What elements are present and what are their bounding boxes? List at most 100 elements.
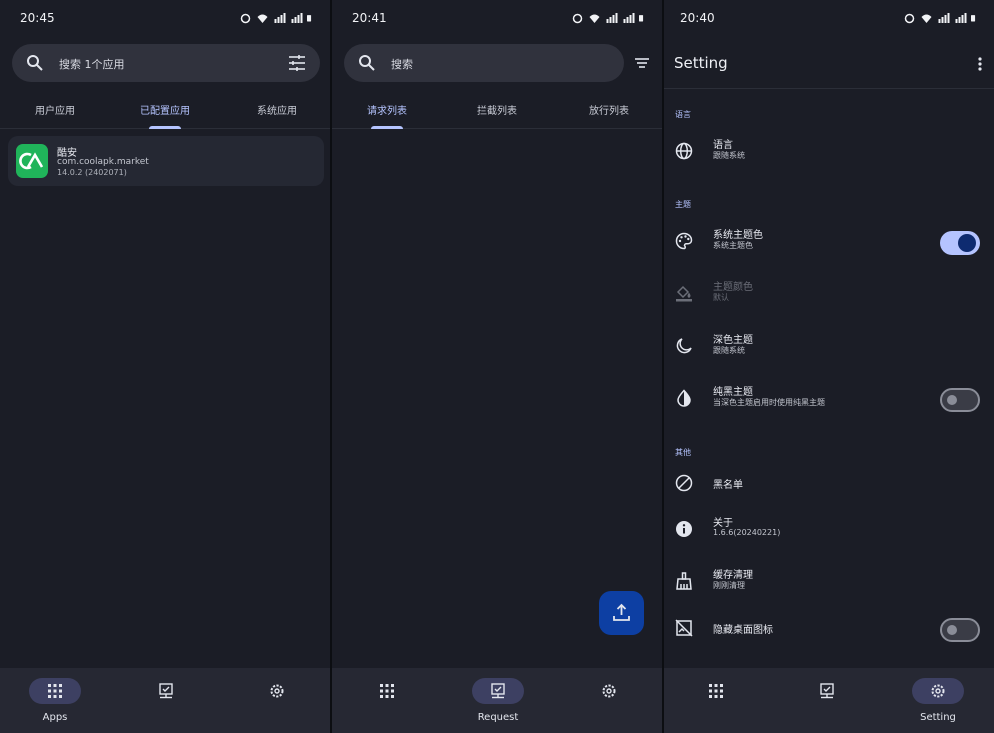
setting-pure-black-theme[interactable]: 纯黑主题 当深色主题启用时使用纯黑主题: [664, 375, 994, 425]
setting-subtitle: 跟随系统: [713, 151, 745, 160]
nav-apps[interactable]: [686, 678, 746, 704]
nav-setting[interactable]: Setting: [908, 678, 968, 723]
pure-black-toggle[interactable]: [940, 388, 980, 412]
alarm-icon: [904, 13, 915, 24]
search-input[interactable]: 搜索: [391, 56, 413, 72]
apps-grid-icon: [48, 684, 62, 698]
section-header-language: 语言: [675, 110, 691, 119]
nav-apps[interactable]: [357, 678, 417, 704]
system-theme-color-toggle[interactable]: [940, 231, 980, 255]
hide-icon-toggle[interactable]: [940, 618, 980, 642]
status-time: 20:41: [352, 11, 387, 25]
setting-dark-theme[interactable]: 深色主题 跟随系统: [664, 323, 994, 373]
nav-request[interactable]: [797, 678, 857, 704]
setting-title: 系统主题色: [713, 230, 763, 241]
apps-grid-icon: [380, 684, 394, 698]
setting-subtitle: 1.6.6(20240221): [713, 528, 781, 537]
gear-icon: [270, 684, 284, 698]
tab-block-list[interactable]: 拦截列表: [442, 102, 552, 117]
block-icon: [675, 474, 693, 492]
wifi-icon: [257, 14, 268, 23]
bottom-nav: Setting: [664, 668, 994, 733]
search-icon: [359, 55, 375, 71]
nav-setting-label: Setting: [920, 712, 956, 723]
nav-request-label: Request: [477, 712, 519, 723]
info-icon: [676, 521, 692, 537]
toggle-knob: [958, 234, 976, 252]
setting-title: 主题颜色: [713, 282, 753, 293]
moon-icon: [676, 338, 692, 354]
setting-subtitle: 刚刚清理: [713, 581, 745, 590]
setting-title: 黑名单: [713, 480, 743, 491]
tab-allow-list[interactable]: 放行列表: [554, 102, 662, 117]
app-package: com.coolapk.market: [57, 157, 149, 167]
status-time: 20:40: [680, 11, 715, 25]
toggle-knob: [947, 395, 957, 405]
battery-icon: [971, 15, 976, 22]
sort-icon[interactable]: [634, 56, 650, 70]
nav-request[interactable]: [136, 678, 196, 704]
request-search-bar[interactable]: 搜索: [344, 44, 624, 82]
search-icon: [27, 55, 43, 71]
nav-request[interactable]: Request: [468, 678, 528, 723]
status-bar: 20:41: [332, 0, 662, 36]
setting-title: 纯黑主题: [713, 387, 753, 398]
toggle-knob: [947, 625, 957, 635]
signal-icon-2: [623, 13, 635, 23]
tab-label: 用户应用: [35, 106, 75, 117]
app-list-item[interactable]: 酷安 com.coolapk.market 14.0.2 (2402071): [8, 136, 324, 186]
app-search-bar[interactable]: 搜索 1个应用: [12, 44, 320, 82]
wifi-icon: [921, 14, 932, 23]
nav-setting[interactable]: [579, 678, 639, 704]
page-title: Setting: [674, 54, 728, 72]
setting-hide-launcher-icon[interactable]: 隐藏桌面图标: [664, 605, 994, 655]
setting-language[interactable]: 语言 跟随系统: [664, 128, 994, 178]
setting-title: 隐藏桌面图标: [713, 625, 773, 636]
signal-icon: [606, 13, 618, 23]
battery-icon: [307, 15, 312, 22]
request-screen: 20:41 搜索 请求列表 拦截列表 放行列表 Request: [332, 0, 662, 733]
bottom-nav: Apps: [0, 668, 330, 733]
palette-icon: [675, 232, 693, 250]
tab-label: 系统应用: [257, 106, 297, 117]
setting-system-theme-color[interactable]: 系统主题色 系统主题色: [664, 218, 994, 268]
globe-icon: [675, 142, 693, 160]
more-vert-icon[interactable]: [978, 56, 982, 72]
status-icons: [571, 11, 646, 25]
wifi-icon: [589, 14, 600, 23]
setting-title: 语言: [713, 140, 733, 151]
search-input[interactable]: 搜索 1个应用: [59, 56, 125, 72]
tab-label: 已配置应用: [140, 106, 190, 117]
apps-screen: 20:45 搜索 1个应用 用户应用 已配置应用 系统应用 酷安 com.coo…: [0, 0, 330, 733]
battery-icon: [639, 15, 644, 22]
nav-setting[interactable]: [247, 678, 307, 704]
tab-label: 请求列表: [367, 106, 407, 117]
tab-user-apps[interactable]: 用户应用: [0, 102, 110, 117]
status-bar: 20:45: [0, 0, 330, 36]
status-time: 20:45: [20, 11, 55, 25]
filter-tune-icon[interactable]: [288, 54, 306, 72]
setting-subtitle: 跟随系统: [713, 346, 745, 355]
setting-blacklist[interactable]: 黑名单: [664, 460, 994, 510]
tab-configured-apps[interactable]: 已配置应用: [110, 102, 220, 129]
tab-indicator: [371, 126, 403, 129]
alarm-icon: [572, 13, 583, 24]
nav-apps[interactable]: Apps: [25, 678, 85, 723]
setting-about[interactable]: 关于 1.6.6(20240221): [664, 506, 994, 556]
app-version: 14.0.2 (2402071): [57, 168, 127, 177]
upload-fab-button[interactable]: [599, 591, 644, 635]
section-header-theme: 主题: [675, 200, 691, 209]
settings-topbar: Setting: [664, 44, 994, 89]
contrast-icon: [677, 389, 691, 407]
tab-system-apps[interactable]: 系统应用: [222, 102, 330, 117]
tab-request-list[interactable]: 请求列表: [332, 102, 442, 129]
coolapk-app-icon: [16, 144, 48, 178]
setting-cache-clean[interactable]: 缓存清理 刚刚清理: [664, 558, 994, 608]
setting-subtitle: 当深色主题启用时使用纯黑主题: [713, 398, 825, 407]
request-icon: [820, 683, 834, 699]
alarm-icon: [240, 13, 251, 24]
status-icons: [903, 11, 978, 25]
section-header-other: 其他: [675, 448, 691, 457]
setting-subtitle: 系统主题色: [713, 241, 753, 250]
setting-subtitle: 默认: [713, 293, 729, 302]
